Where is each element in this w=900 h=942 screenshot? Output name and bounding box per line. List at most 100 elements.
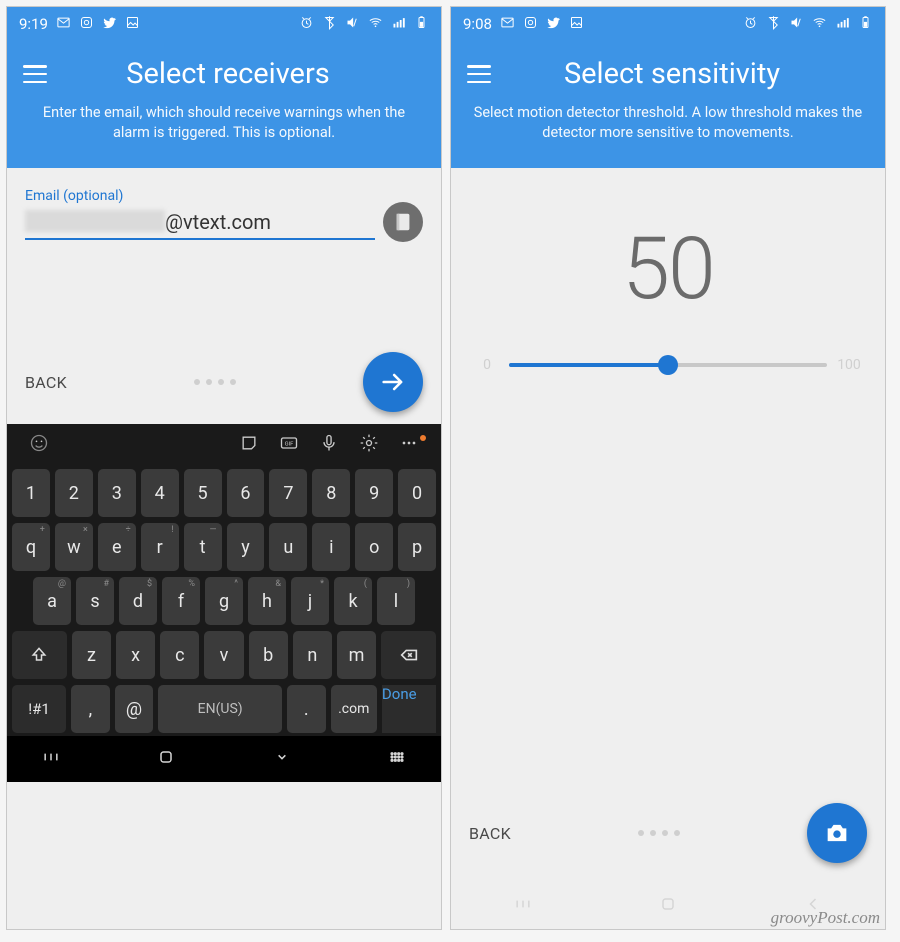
key-1[interactable]: 1 xyxy=(12,469,50,517)
key-s[interactable]: s# xyxy=(76,577,114,625)
key-c[interactable]: c xyxy=(160,631,199,679)
nav-home-icon[interactable] xyxy=(156,747,176,771)
space-key[interactable]: EN(US) xyxy=(158,685,282,733)
redacted-area xyxy=(25,210,165,232)
nav-back-icon[interactable] xyxy=(272,747,292,771)
key-p[interactable]: p xyxy=(398,523,436,571)
key-6[interactable]: 6 xyxy=(227,469,265,517)
key-4[interactable]: 4 xyxy=(141,469,179,517)
key-e[interactable]: e÷ xyxy=(98,523,136,571)
camera-button[interactable] xyxy=(807,803,867,863)
signal-icon xyxy=(835,15,850,34)
key-q[interactable]: q+ xyxy=(12,523,50,571)
key-j[interactable]: j* xyxy=(291,577,329,625)
twitter-icon xyxy=(546,15,561,34)
key-2[interactable]: 2 xyxy=(55,469,93,517)
android-nav-bar xyxy=(7,736,441,782)
wifi-icon xyxy=(368,15,383,34)
key-3[interactable]: 3 xyxy=(98,469,136,517)
gmail-icon xyxy=(56,15,71,34)
key-d[interactable]: d$ xyxy=(119,577,157,625)
done-key[interactable]: Done xyxy=(382,685,436,733)
nav-home-icon[interactable] xyxy=(658,894,678,918)
shift-key[interactable] xyxy=(12,631,67,679)
key-n[interactable]: n xyxy=(293,631,332,679)
mute-icon xyxy=(345,15,360,34)
key-l[interactable]: l) xyxy=(377,577,415,625)
slider-max-label: 100 xyxy=(837,357,861,373)
key-r[interactable]: r! xyxy=(141,523,179,571)
backspace-key[interactable] xyxy=(381,631,436,679)
wifi-icon xyxy=(812,15,827,34)
emoji-icon[interactable] xyxy=(19,433,59,458)
email-label: Email (optional) xyxy=(25,188,423,204)
key-8[interactable]: 8 xyxy=(312,469,350,517)
key-b[interactable]: b xyxy=(249,631,288,679)
status-time: 9:08 xyxy=(463,15,492,33)
key-o[interactable]: o xyxy=(355,523,393,571)
pager-dots xyxy=(511,828,807,839)
menu-icon[interactable] xyxy=(467,65,491,83)
key-i[interactable]: i xyxy=(312,523,350,571)
key-y[interactable]: y xyxy=(227,523,265,571)
keyboard-toolbar: GIF xyxy=(7,424,441,466)
back-button[interactable]: BACK xyxy=(25,373,67,392)
menu-icon[interactable] xyxy=(23,65,47,83)
page-content: Email (optional) BACK xyxy=(7,168,441,424)
sensitivity-slider[interactable] xyxy=(509,355,827,375)
next-button[interactable] xyxy=(363,352,423,412)
key-h[interactable]: h& xyxy=(248,577,286,625)
key-a[interactable]: a@ xyxy=(33,577,71,625)
soft-keyboard[interactable]: GIF 1234567890 q+w×e÷r!t—yuiop a@s#d$f%g… xyxy=(7,424,441,736)
svg-text:GIF: GIF xyxy=(285,441,295,447)
phone-right: 9:08 Select sensitivity Select motion de… xyxy=(450,6,886,930)
back-button[interactable]: BACK xyxy=(469,824,511,843)
key-g[interactable]: g^ xyxy=(205,577,243,625)
image-icon xyxy=(125,15,140,34)
key-t[interactable]: t— xyxy=(184,523,222,571)
nav-recents-icon[interactable] xyxy=(513,894,533,918)
gmail-icon xyxy=(500,15,515,34)
slider-min-label: 0 xyxy=(475,357,499,373)
image-icon xyxy=(569,15,584,34)
key-w[interactable]: w× xyxy=(55,523,93,571)
sticker-icon[interactable] xyxy=(229,433,269,458)
key-z[interactable]: z xyxy=(72,631,111,679)
email-field-wrap: Email (optional) xyxy=(25,188,423,240)
pager-dots xyxy=(67,377,363,388)
key-f[interactable]: f% xyxy=(162,577,200,625)
nav-back-icon[interactable] xyxy=(803,894,823,918)
key-k[interactable]: k( xyxy=(334,577,372,625)
key-m[interactable]: m xyxy=(337,631,376,679)
key-v[interactable]: v xyxy=(204,631,243,679)
nav-recents-icon[interactable] xyxy=(41,747,61,771)
contacts-icon xyxy=(392,211,414,233)
gear-icon[interactable] xyxy=(349,433,389,458)
symbols-key[interactable]: !#1 xyxy=(12,685,66,733)
android-nav-bar xyxy=(451,883,885,929)
key-x[interactable]: x xyxy=(116,631,155,679)
dotcom-key[interactable]: .com xyxy=(331,685,377,733)
more-icon[interactable] xyxy=(389,433,429,458)
gif-icon[interactable]: GIF xyxy=(269,433,309,458)
mic-icon[interactable] xyxy=(309,433,349,458)
key-5[interactable]: 5 xyxy=(184,469,222,517)
signal-icon xyxy=(391,15,406,34)
status-bar: 9:08 xyxy=(451,7,885,41)
key-9[interactable]: 9 xyxy=(355,469,393,517)
phone-left: 9:19 Select receivers Enter the emai xyxy=(6,6,442,930)
comma-key[interactable]: , xyxy=(71,685,110,733)
nav-keyboard-icon[interactable] xyxy=(387,747,407,771)
alarm-icon xyxy=(743,15,758,34)
instagram-icon xyxy=(523,15,538,34)
at-key[interactable]: @ xyxy=(115,685,154,733)
page-content: 50 0 100 BACK xyxy=(451,168,885,883)
key-0[interactable]: 0 xyxy=(398,469,436,517)
period-key[interactable]: . xyxy=(287,685,326,733)
status-bar: 9:19 xyxy=(7,7,441,41)
key-u[interactable]: u xyxy=(269,523,307,571)
contacts-button[interactable] xyxy=(383,202,423,242)
slider-thumb[interactable] xyxy=(658,355,678,375)
sensitivity-value: 50 xyxy=(469,188,867,319)
key-7[interactable]: 7 xyxy=(269,469,307,517)
